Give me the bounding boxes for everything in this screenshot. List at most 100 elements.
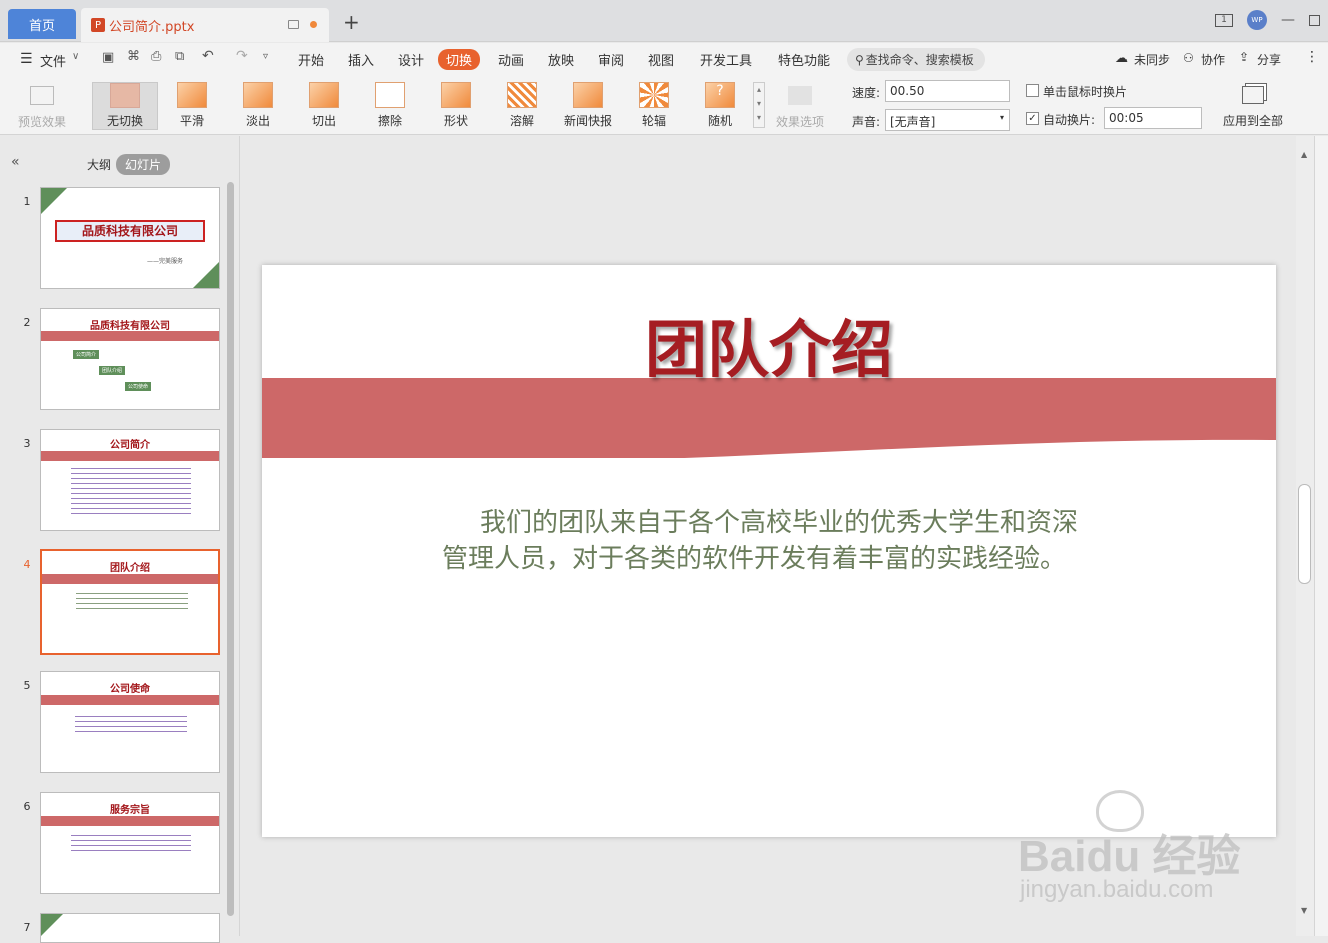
- save-icon[interactable]: ▣: [102, 50, 114, 65]
- tab-outline[interactable]: 大纲: [78, 154, 120, 175]
- click-advance-label: 单击鼠标时换片: [1043, 85, 1128, 99]
- maximize-icon[interactable]: [1309, 14, 1320, 26]
- undo-icon[interactable]: ↶: [202, 48, 214, 64]
- print-preview-icon[interactable]: ⧉: [175, 49, 184, 64]
- auto-time-value: 00:05: [1109, 111, 1144, 125]
- command-search[interactable]: ⚲ 查找命令、搜索模板: [847, 48, 985, 71]
- new-tab-button[interactable]: +: [343, 12, 360, 32]
- document-tab[interactable]: P 公司简介.pptx: [81, 8, 329, 42]
- menu-animation[interactable]: 动画: [498, 50, 524, 69]
- customize-toolbar-icon[interactable]: ▿: [263, 51, 268, 62]
- menu-special[interactable]: 特色功能: [778, 50, 830, 69]
- slide-number: 5: [23, 679, 31, 692]
- menu-slideshow[interactable]: 放映: [548, 50, 574, 69]
- avatar[interactable]: WP: [1247, 10, 1267, 30]
- transition-none-icon: [110, 83, 140, 108]
- slide-thumbnail-6[interactable]: 服务宗旨: [40, 792, 220, 894]
- format-painter-icon[interactable]: ⌘: [127, 49, 140, 64]
- current-slide[interactable]: 团队介绍 我们的团队来自于各个高校毕业的优秀大学生和资深管理人员，对于各类的软件…: [262, 265, 1276, 837]
- slide-thumbnail-2[interactable]: 品质科技有限公司 公司简介 团队介绍 公司使命: [40, 308, 220, 410]
- thumb-item: 公司使命: [125, 382, 152, 391]
- transition-wipe[interactable]: 擦除: [362, 82, 418, 130]
- file-menu[interactable]: 文件: [40, 51, 66, 70]
- transition-shape[interactable]: 形状: [428, 82, 484, 130]
- effect-options-button[interactable]: 效果选项: [770, 82, 830, 130]
- menu-view[interactable]: 视图: [648, 50, 674, 69]
- slide-thumbnail-1[interactable]: 品质科技有限公司 ——完美服务: [40, 187, 220, 289]
- sync-status[interactable]: 未同步: [1134, 51, 1170, 68]
- transition-label: 无切换: [106, 114, 143, 128]
- chevron-down-icon: ▾: [999, 113, 1004, 122]
- share-button[interactable]: 分享: [1257, 51, 1281, 68]
- watermark: Baidu 经验 jingyan.baidu.com: [1018, 790, 1318, 910]
- transition-label: 溶解: [509, 114, 534, 128]
- slide-thumbnail-7[interactable]: [40, 913, 220, 943]
- gallery-scroll[interactable]: ▴ ▾ ▾: [753, 82, 765, 128]
- thumb-title: 服务宗旨: [110, 805, 150, 816]
- transition-none[interactable]: 无切换: [92, 82, 158, 130]
- transition-cut[interactable]: 切出: [296, 82, 352, 130]
- chevron-down-icon[interactable]: ∨: [72, 51, 79, 62]
- menu-transition[interactable]: 切换: [438, 49, 481, 70]
- pane-scrollbar[interactable]: [227, 182, 234, 916]
- collab-button[interactable]: 协作: [1201, 51, 1225, 68]
- home-tab[interactable]: 首页: [8, 9, 76, 39]
- slide-title[interactable]: 团队介绍: [262, 299, 1276, 389]
- corner-decor: [41, 914, 63, 936]
- transition-wheel[interactable]: 轮辐: [626, 82, 682, 130]
- click-advance-checkbox[interactable]: [1026, 84, 1039, 97]
- menu-start[interactable]: 开始: [298, 50, 324, 69]
- slide-thumbnail-5[interactable]: 公司使命: [40, 671, 220, 773]
- thumb-item: 团队介绍: [99, 366, 126, 375]
- thumb-band: [41, 331, 219, 341]
- print-icon[interactable]: ⎙: [151, 49, 161, 64]
- transition-dissolve[interactable]: 溶解: [494, 82, 550, 130]
- hamburger-icon[interactable]: ☰: [20, 51, 33, 67]
- scroll-up-icon[interactable]: ▲: [1301, 150, 1307, 159]
- apply-all-label: 应用到全部: [1222, 114, 1283, 128]
- canvas-scroll-thumb[interactable]: [1298, 484, 1311, 584]
- thumb-band: [41, 695, 219, 705]
- preview-effect-button[interactable]: 预览效果: [14, 82, 70, 130]
- menu-developer[interactable]: 开发工具: [700, 50, 752, 69]
- transition-smooth[interactable]: 平滑: [164, 82, 220, 130]
- speed-input[interactable]: 00.50: [885, 80, 1010, 102]
- pptx-file-icon: P: [91, 18, 105, 32]
- watermark-brand: Baidu 经验: [1018, 832, 1241, 881]
- redo-icon[interactable]: ↷: [236, 48, 248, 64]
- thumb-item: 公司简介: [73, 350, 100, 359]
- slide-body-text[interactable]: 我们的团队来自于各个高校毕业的优秀大学生和资深管理人员，对于各类的软件开发有着丰…: [442, 505, 1102, 577]
- menu-review[interactable]: 审阅: [598, 50, 624, 69]
- auto-advance-checkbox[interactable]: ✓: [1026, 112, 1039, 125]
- transition-random[interactable]: ? 随机: [692, 82, 748, 130]
- transition-label: 新闻快报: [563, 114, 612, 128]
- watermark-url: jingyan.baidu.com: [1020, 876, 1214, 903]
- sound-select[interactable]: [无声音] ▾: [885, 109, 1010, 131]
- thumb-band: [41, 451, 219, 461]
- thumb-text-lines: [71, 468, 191, 514]
- transition-fade[interactable]: 淡出: [230, 82, 286, 130]
- preview-icon: [30, 86, 54, 105]
- slide-thumbnail-4[interactable]: 团队介绍: [40, 549, 220, 655]
- menu-design[interactable]: 设计: [398, 50, 424, 69]
- effect-options-label: 效果选项: [775, 115, 824, 129]
- menu-insert[interactable]: 插入: [348, 50, 374, 69]
- minimize-icon[interactable]: —: [1281, 12, 1295, 28]
- transition-shape-icon: [441, 82, 471, 108]
- apply-to-all-button[interactable]: 应用到全部: [1220, 82, 1286, 130]
- tab-slides[interactable]: 幻灯片: [116, 154, 171, 175]
- corner-decor: [193, 262, 219, 288]
- auto-advance-time[interactable]: 00:05: [1104, 107, 1202, 129]
- transition-newsflash[interactable]: 新闻快报: [560, 82, 616, 130]
- transition-dissolve-icon: [507, 82, 537, 108]
- auto-advance-label: 自动换片:: [1043, 113, 1096, 127]
- monitor-icon[interactable]: [288, 20, 299, 29]
- page-indicator[interactable]: 1: [1215, 13, 1233, 27]
- transition-label: 擦除: [377, 114, 402, 128]
- more-icon[interactable]: ⋮: [1305, 49, 1319, 65]
- transition-wheel-icon: [639, 82, 669, 108]
- sound-value: [无声音]: [890, 115, 936, 129]
- slide-thumbnail-3[interactable]: 公司简介: [40, 429, 220, 531]
- slide-number: 2: [23, 316, 31, 329]
- slide-number: 3: [23, 437, 31, 450]
